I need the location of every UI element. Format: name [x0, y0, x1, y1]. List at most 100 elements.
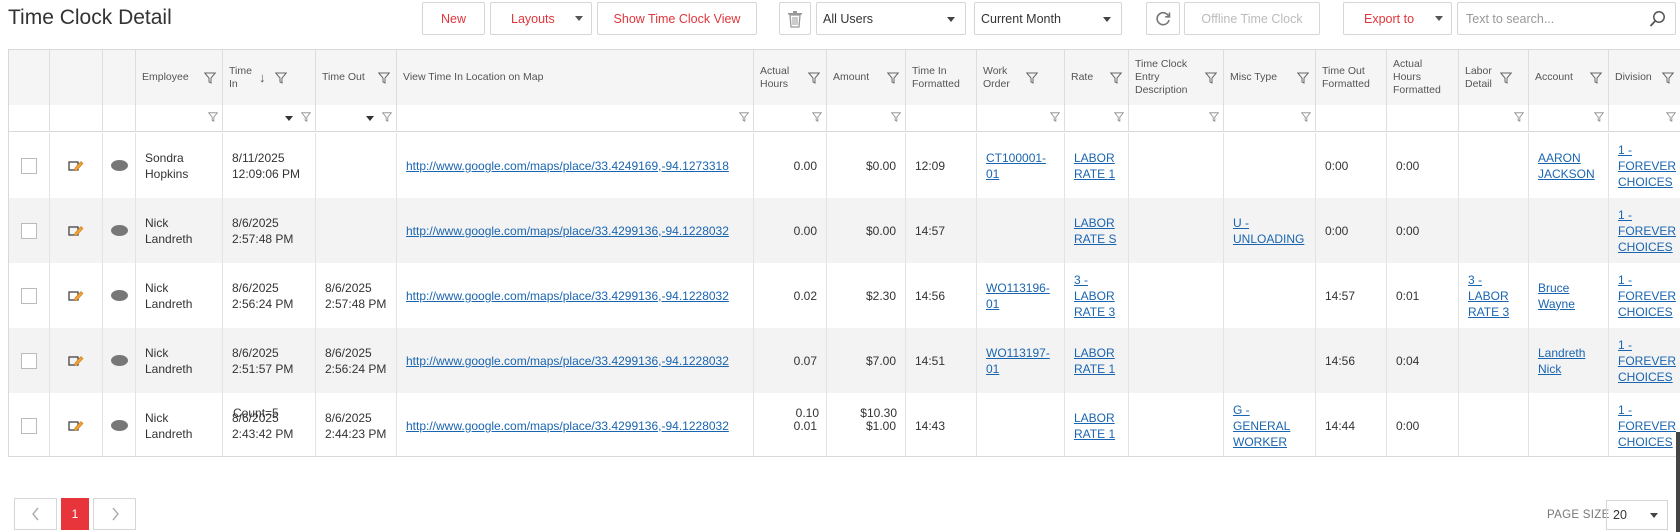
filter-icon[interactable] — [1590, 72, 1602, 84]
delete-button[interactable] — [779, 2, 811, 35]
header-map[interactable]: View Time In Location on Map — [397, 50, 754, 105]
header-time-out-formatted[interactable]: Time Out Formatted — [1316, 50, 1387, 105]
table-row[interactable]: Nick Landreth 8/6/2025 2:51:57 PM 8/6/2025… — [9, 328, 1680, 393]
offline-time-clock-button[interactable]: Offline Time Clock — [1184, 2, 1320, 35]
export-dropdown-button[interactable]: Export to — [1343, 2, 1452, 35]
header-work-order[interactable]: Work Order — [977, 50, 1065, 105]
chevron-down-icon[interactable] — [285, 116, 293, 121]
period-select[interactable]: Current Month — [974, 2, 1122, 35]
row-checkbox[interactable] — [21, 352, 37, 369]
filter-icon[interactable] — [808, 72, 820, 84]
filter-icon[interactable] — [274, 72, 287, 84]
filter-icon[interactable] — [1050, 112, 1060, 122]
row-checkbox[interactable] — [21, 222, 37, 239]
filter-cell-description[interactable] — [1129, 105, 1224, 131]
rate-link[interactable]: LABOR RATE 1 — [1074, 150, 1119, 182]
header-amount[interactable]: Amount — [827, 50, 906, 105]
next-page-button[interactable] — [93, 498, 136, 530]
work-order-link[interactable]: CT100001-01 — [986, 150, 1055, 182]
filter-icon[interactable] — [891, 112, 901, 122]
work-order-link[interactable]: WO113196-01 — [986, 280, 1055, 312]
filter-cell-amount[interactable] — [827, 105, 906, 131]
page-size-select[interactable]: 20 — [1606, 500, 1668, 530]
header-account[interactable]: Account — [1529, 50, 1609, 105]
eye-icon[interactable] — [110, 160, 128, 171]
search-box[interactable] — [1457, 2, 1676, 35]
filter-icon[interactable] — [739, 112, 749, 122]
page-1-button[interactable]: 1 — [61, 498, 89, 530]
eye-icon[interactable] — [110, 290, 128, 301]
rate-link[interactable]: LABOR RATE S — [1074, 215, 1119, 247]
filter-cell-employee[interactable] — [136, 105, 223, 131]
header-employee[interactable]: Employee — [136, 50, 223, 105]
filter-icon[interactable] — [1114, 112, 1124, 122]
labor-detail-link[interactable]: 3 - LABOR RATE 3 — [1468, 272, 1519, 320]
eye-icon[interactable] — [110, 225, 128, 236]
search-icon[interactable] — [1649, 10, 1667, 28]
filter-cell-labor-detail[interactable] — [1459, 105, 1529, 131]
header-labor-detail[interactable]: Labor Detail — [1459, 50, 1529, 105]
filter-icon[interactable] — [1500, 72, 1512, 84]
header-division[interactable]: Division — [1609, 50, 1680, 105]
filter-icon[interactable] — [1514, 112, 1524, 122]
filter-icon[interactable] — [1666, 112, 1676, 122]
filter-cell-work-order[interactable] — [977, 105, 1065, 131]
filter-icon[interactable] — [1297, 72, 1309, 84]
filter-icon[interactable] — [378, 72, 390, 84]
scrollbar[interactable] — [1676, 432, 1680, 532]
chevron-down-icon[interactable] — [366, 116, 374, 121]
work-order-link[interactable]: WO113197-01 — [986, 345, 1055, 377]
edit-icon[interactable] — [68, 354, 84, 368]
division-link[interactable]: 1 - FOREVER CHOICES — [1618, 142, 1676, 190]
header-actual-hours[interactable]: Actual Hours — [754, 50, 827, 105]
map-link[interactable]: http://www.google.com/maps/place/33.4249… — [406, 158, 729, 174]
header-description[interactable]: Time Clock Entry Description — [1129, 50, 1224, 105]
filter-icon[interactable] — [812, 112, 822, 122]
eye-icon[interactable] — [110, 355, 128, 366]
map-link[interactable]: http://www.google.com/maps/place/33.4299… — [406, 353, 729, 369]
filter-icon[interactable] — [1662, 72, 1674, 84]
new-button[interactable]: New — [422, 2, 485, 35]
header-time-out[interactable]: Time Out — [316, 50, 397, 105]
filter-cell-division[interactable] — [1609, 105, 1680, 131]
filter-cell-time-in[interactable] — [223, 105, 316, 131]
division-link[interactable]: 1 - FOREVER CHOICES — [1618, 272, 1676, 320]
division-link[interactable]: 1 - FOREVER CHOICES — [1618, 337, 1676, 385]
filter-cell-time-out[interactable] — [316, 105, 397, 131]
table-row[interactable]: Nick Landreth 8/6/2025 2:57:48 PM http://w… — [9, 198, 1680, 263]
rate-link[interactable]: 3 - LABOR RATE 3 — [1074, 272, 1119, 320]
filter-cell-actual-hours[interactable] — [754, 105, 827, 131]
filter-cell-account[interactable] — [1529, 105, 1609, 131]
edit-icon[interactable] — [68, 159, 84, 173]
sort-down-icon[interactable]: ↓ — [259, 71, 266, 84]
filter-cell-misc-type[interactable] — [1224, 105, 1316, 131]
misc-type-link[interactable]: U - UNLOADING — [1233, 215, 1306, 247]
filter-icon[interactable] — [1594, 112, 1604, 122]
layouts-dropdown-button[interactable]: Layouts — [490, 2, 592, 35]
filter-cell-rate[interactable] — [1065, 105, 1129, 131]
account-link[interactable]: AARON JACKSON — [1538, 150, 1599, 182]
search-input[interactable] — [1464, 10, 1644, 27]
map-link[interactable]: http://www.google.com/maps/place/33.4299… — [406, 223, 729, 239]
table-row[interactable]: Sondra Hopkins 8/11/2025 12:09:06 PM http:… — [9, 133, 1680, 198]
filter-icon[interactable] — [1110, 72, 1122, 84]
refresh-button[interactable] — [1146, 2, 1180, 35]
filter-icon[interactable] — [1209, 112, 1219, 122]
filter-icon[interactable] — [1205, 72, 1217, 84]
row-checkbox[interactable] — [21, 287, 37, 304]
filter-icon[interactable] — [1301, 112, 1311, 122]
prev-page-button[interactable] — [14, 498, 57, 530]
map-link[interactable]: http://www.google.com/maps/place/33.4299… — [406, 288, 729, 304]
filter-icon[interactable] — [887, 72, 899, 84]
header-misc-type[interactable]: Misc Type — [1224, 50, 1316, 105]
account-link[interactable]: Bruce Wayne — [1538, 280, 1599, 312]
header-hours-formatted[interactable]: Actual Hours Formatted — [1387, 50, 1459, 105]
rate-link[interactable]: LABOR RATE 1 — [1074, 345, 1119, 377]
table-row[interactable]: Nick Landreth 8/6/2025 2:56:24 PM 8/6/2025… — [9, 263, 1680, 328]
filter-icon[interactable] — [301, 112, 311, 122]
edit-icon[interactable] — [68, 289, 84, 303]
filter-icon[interactable] — [204, 72, 216, 84]
edit-icon[interactable] — [68, 224, 84, 238]
filter-icon[interactable] — [1026, 72, 1038, 84]
row-checkbox[interactable] — [21, 157, 37, 174]
